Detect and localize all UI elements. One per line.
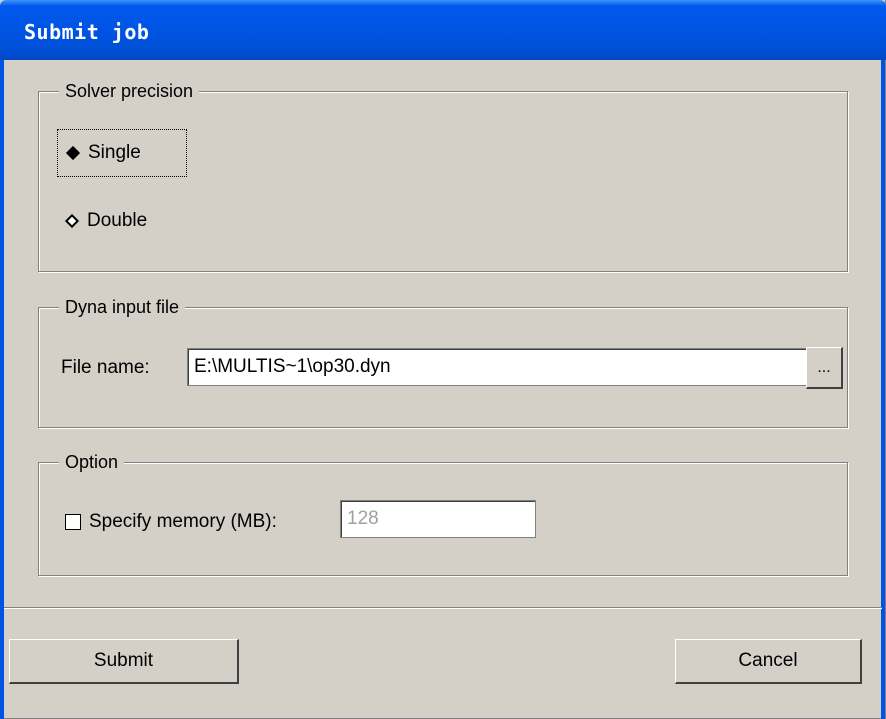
- submit-button[interactable]: Submit: [9, 639, 239, 684]
- radio-double[interactable]: Double: [57, 203, 187, 239]
- radio-single-label: Single: [88, 142, 141, 163]
- radio-double-label: Double: [87, 210, 148, 231]
- option-legend: Option: [59, 449, 125, 475]
- memory-input[interactable]: 128: [340, 500, 536, 538]
- submit-job-dialog: Submit job Solver precision Single Doubl…: [0, 0, 886, 719]
- window-border-left: [0, 60, 4, 719]
- specify-memory-checkbox[interactable]: Specify memory (MB):: [61, 507, 331, 537]
- solver-precision-group: Solver precision Single Double: [38, 78, 848, 272]
- title-bar[interactable]: Submit job: [0, 0, 886, 60]
- dyna-input-file-legend: Dyna input file: [59, 294, 186, 320]
- window-title: Submit job: [24, 20, 150, 44]
- browse-button[interactable]: ...: [806, 347, 843, 389]
- window-border-right: [881, 60, 885, 719]
- file-name-input[interactable]: E:\MULTIS~1\op30.dyn: [187, 348, 835, 386]
- bottom-separator: [4, 607, 882, 609]
- option-group: Option Specify memory (MB): 128: [38, 449, 848, 576]
- radio-double-indicator: [64, 213, 80, 229]
- solver-precision-legend: Solver precision: [59, 78, 200, 104]
- cancel-button[interactable]: Cancel: [675, 639, 862, 684]
- dyna-input-file-group: Dyna input file File name: E:\MULTIS~1\o…: [38, 294, 848, 428]
- specify-memory-label: Specify memory (MB):: [89, 511, 277, 532]
- radio-single[interactable]: Single: [57, 129, 187, 177]
- file-name-label: File name:: [61, 357, 150, 378]
- radio-single-indicator: [65, 145, 81, 161]
- specify-memory-checkbox-box: [65, 514, 81, 530]
